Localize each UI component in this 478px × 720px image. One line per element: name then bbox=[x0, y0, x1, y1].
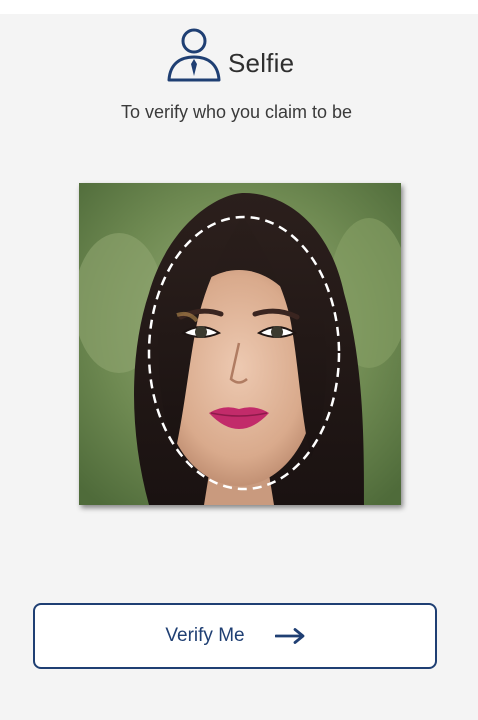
page-title: Selfie bbox=[228, 48, 295, 78]
verify-me-label: Verify Me bbox=[165, 625, 245, 646]
arrow-right-icon bbox=[274, 628, 304, 644]
person-with-tie-icon bbox=[167, 28, 221, 82]
verify-me-button[interactable]: Verify Me bbox=[33, 603, 437, 669]
selfie-photo bbox=[79, 183, 401, 505]
selfie-screen: Selfie To verify who you claim to be Ver… bbox=[0, 14, 478, 720]
page-subtitle: To verify who you claim to be bbox=[120, 102, 353, 122]
header: Selfie bbox=[0, 26, 478, 84]
face-portrait-photo bbox=[79, 183, 401, 505]
